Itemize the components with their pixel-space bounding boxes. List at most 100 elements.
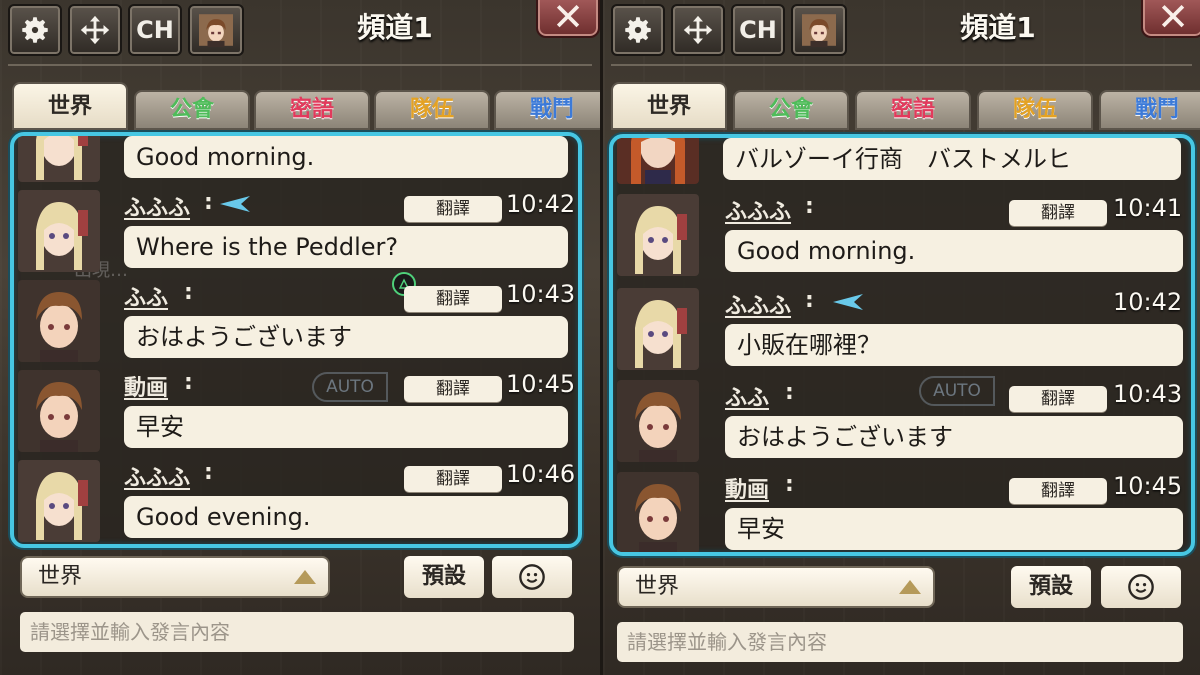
sender-name[interactable]: 動画 bbox=[725, 472, 769, 504]
avatar bbox=[617, 380, 699, 462]
chat-message: バルゾーイ行商 バストメルヒ bbox=[613, 138, 1191, 188]
chat-log[interactable]: 出現… AUTO Good morning. ふふふ : 翻譯 10:42 Wh… bbox=[10, 132, 582, 548]
boy-portrait-icon bbox=[199, 14, 233, 47]
translate-button[interactable]: 翻譯 bbox=[1009, 478, 1107, 504]
message-time: 10:43 bbox=[506, 280, 576, 308]
move-arrows-icon bbox=[80, 15, 110, 45]
smiley-icon bbox=[1128, 574, 1154, 600]
message-input[interactable] bbox=[20, 612, 574, 652]
divider bbox=[611, 64, 1192, 66]
tab-battle[interactable]: 戰鬥 bbox=[1099, 90, 1200, 130]
chat-message: ふふふ : 翻譯 10:41 Good morning. bbox=[613, 190, 1191, 280]
translate-button[interactable]: 翻譯 bbox=[1009, 200, 1107, 226]
avatar bbox=[18, 460, 100, 542]
divider bbox=[8, 64, 592, 66]
top-toolbar: CH 頻道1 ✕ bbox=[603, 0, 1200, 64]
message-bubble: Good morning. bbox=[725, 230, 1183, 272]
emoji-button[interactable] bbox=[492, 556, 572, 598]
avatar bbox=[18, 136, 100, 182]
avatar bbox=[617, 194, 699, 276]
message-bubble: おはようございます bbox=[725, 416, 1183, 458]
move-button[interactable] bbox=[68, 4, 122, 56]
tab-guild[interactable]: 公會 bbox=[134, 90, 250, 130]
tab-whisper[interactable]: 密語 bbox=[254, 90, 370, 130]
translate-button[interactable]: 翻譯 bbox=[404, 376, 502, 402]
move-button[interactable] bbox=[671, 4, 725, 56]
merchant-portrait-icon bbox=[617, 138, 699, 184]
channel-title: 頻道1 bbox=[960, 11, 1036, 44]
preset-button[interactable]: 預設 bbox=[1011, 566, 1091, 608]
input-bar: 世界 預設 bbox=[603, 562, 1200, 675]
translate-button[interactable]: 翻譯 bbox=[404, 286, 502, 312]
tab-world[interactable]: 世界 bbox=[12, 82, 128, 130]
sender-colon: : bbox=[785, 472, 794, 497]
boy-portrait-icon bbox=[617, 472, 699, 552]
message-time: 10:42 bbox=[1113, 288, 1183, 316]
sender-name[interactable]: ふふふ bbox=[725, 194, 791, 226]
sender-name[interactable]: ふふ bbox=[124, 280, 168, 312]
girl-portrait-icon bbox=[18, 460, 100, 542]
sender-name[interactable]: ふふふ bbox=[124, 460, 190, 492]
gear-icon bbox=[22, 17, 48, 43]
move-arrows-icon bbox=[683, 15, 713, 45]
chat-message: ふふふ : 10:42 小販在哪裡？ bbox=[613, 284, 1191, 374]
message-bubble: バルゾーイ行商 バストメルヒ bbox=[723, 138, 1181, 180]
sender-name[interactable]: ふふふ bbox=[124, 190, 190, 222]
sender-name[interactable]: 動画 bbox=[124, 370, 168, 402]
tab-whisper[interactable]: 密語 bbox=[855, 90, 971, 130]
translate-button[interactable]: 翻譯 bbox=[404, 466, 502, 492]
boy-portrait-icon bbox=[18, 280, 100, 362]
avatar bbox=[617, 472, 699, 552]
message-time: 10:46 bbox=[506, 460, 576, 488]
avatar-button[interactable] bbox=[188, 4, 244, 56]
boy-portrait-icon bbox=[18, 370, 100, 452]
chat-message: ふふ : 翻譯 10:43 おはようございます bbox=[613, 376, 1191, 466]
translate-button[interactable]: 翻譯 bbox=[1009, 386, 1107, 412]
channel-select[interactable]: 世界 bbox=[617, 566, 935, 608]
avatar bbox=[617, 288, 699, 370]
tab-party[interactable]: 隊伍 bbox=[374, 90, 490, 130]
tab-party[interactable]: 隊伍 bbox=[977, 90, 1093, 130]
chat-message: ふふふ : 翻譯 10:46 Good evening. bbox=[14, 456, 578, 544]
girl-portrait-icon bbox=[18, 190, 100, 272]
message-time: 10:45 bbox=[1113, 472, 1183, 500]
sender-colon: : bbox=[184, 370, 193, 395]
message-time: 10:41 bbox=[1113, 194, 1183, 222]
girl-portrait-icon bbox=[617, 194, 699, 276]
message-time: 10:45 bbox=[506, 370, 576, 398]
sender-name[interactable]: ふふふ bbox=[725, 288, 791, 320]
channel-button[interactable]: CH bbox=[731, 4, 785, 56]
sender-name[interactable]: ふふ bbox=[725, 380, 769, 412]
sender-colon: : bbox=[785, 380, 794, 405]
pointer-icon bbox=[220, 196, 250, 212]
translate-button[interactable]: 翻譯 bbox=[404, 196, 502, 222]
girl-portrait-icon bbox=[617, 288, 699, 370]
tab-battle[interactable]: 戰鬥 bbox=[494, 90, 600, 130]
emoji-button[interactable] bbox=[1101, 566, 1181, 608]
input-bar: 世界 預設 bbox=[0, 552, 600, 672]
up-arrow-icon bbox=[294, 570, 316, 584]
chat-panel-right: CH 頻道1 ✕ 世界 公會 密語 隊伍 戰鬥 AUTO バルゾーイ行商 バスト… bbox=[600, 0, 1200, 675]
boy-portrait-icon bbox=[617, 380, 699, 462]
tab-guild[interactable]: 公會 bbox=[733, 90, 849, 130]
sender-colon: : bbox=[805, 288, 814, 313]
channel-button[interactable]: CH bbox=[128, 4, 182, 56]
chat-log[interactable]: AUTO バルゾーイ行商 バストメルヒ ふふふ : 翻譯 10:41 Good … bbox=[609, 134, 1195, 556]
channel-select[interactable]: 世界 bbox=[20, 556, 330, 598]
pointer-icon bbox=[833, 294, 863, 310]
close-button[interactable]: ✕ bbox=[536, 0, 600, 38]
message-input[interactable] bbox=[617, 622, 1183, 662]
avatar bbox=[18, 280, 100, 362]
sender-colon: : bbox=[805, 194, 814, 219]
avatar-button[interactable] bbox=[791, 4, 847, 56]
settings-button[interactable] bbox=[8, 4, 62, 56]
boy-portrait-icon bbox=[802, 14, 836, 47]
close-button[interactable]: ✕ bbox=[1141, 0, 1200, 38]
preset-button[interactable]: 預設 bbox=[404, 556, 484, 598]
gear-icon bbox=[625, 17, 651, 43]
tab-world[interactable]: 世界 bbox=[611, 82, 727, 130]
channel-title: 頻道1 bbox=[357, 11, 433, 44]
sender-colon: : bbox=[204, 460, 213, 485]
avatar bbox=[18, 370, 100, 452]
settings-button[interactable] bbox=[611, 4, 665, 56]
